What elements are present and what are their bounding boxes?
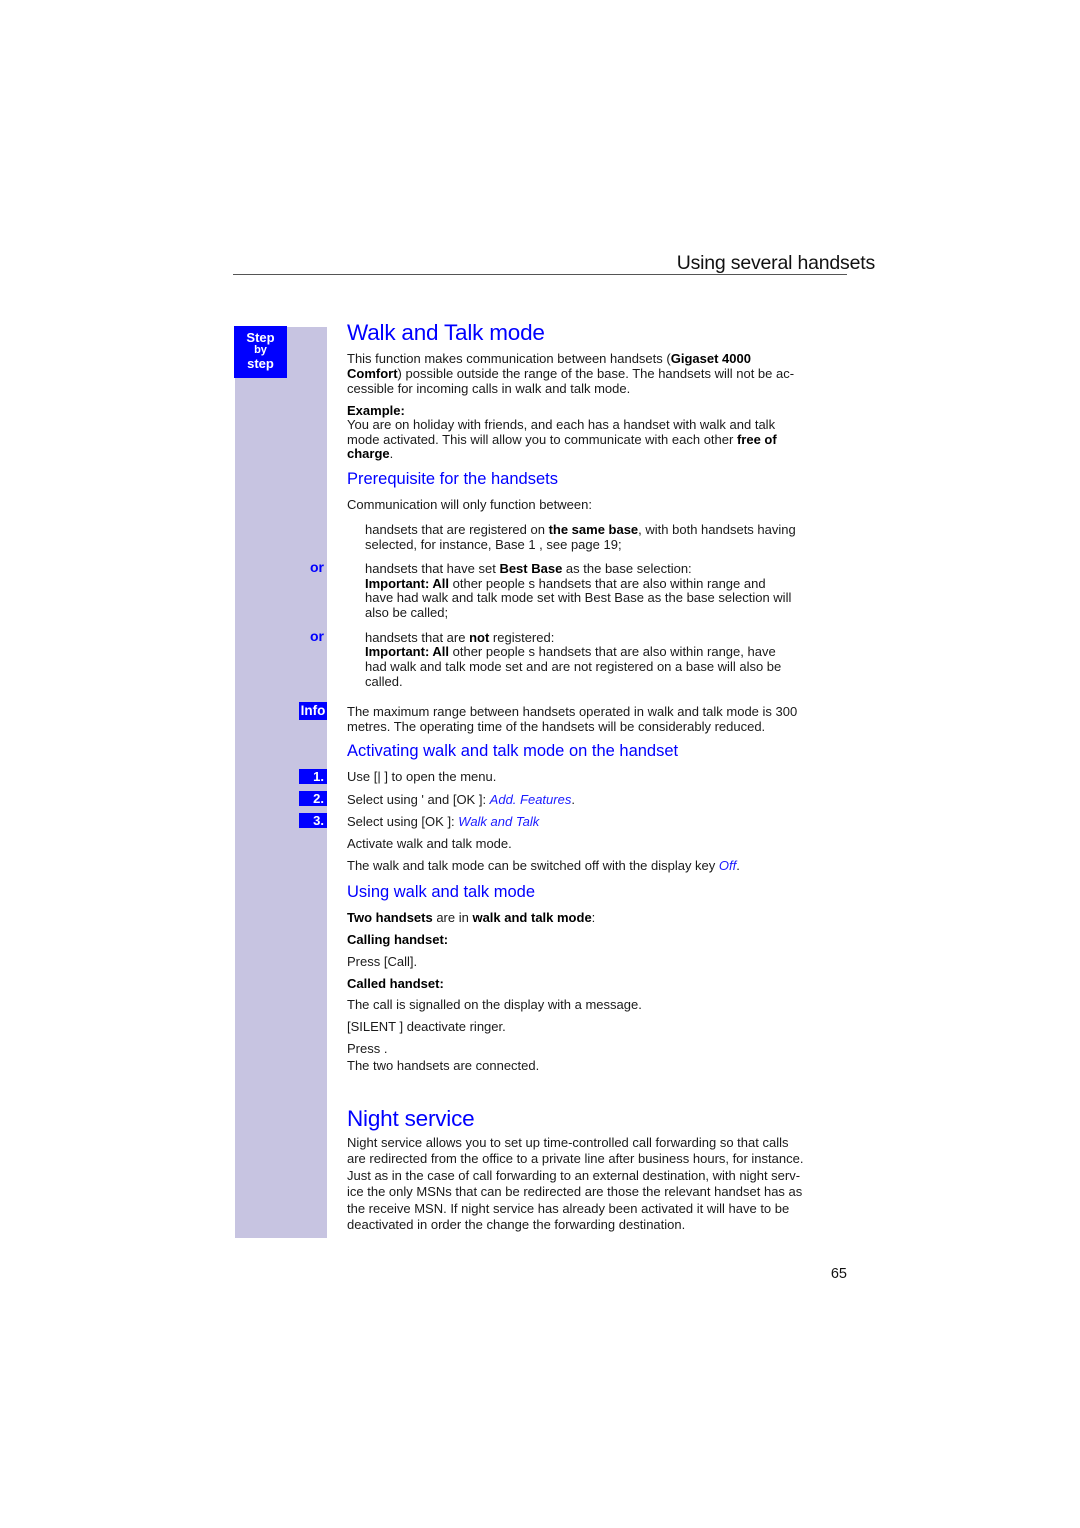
label: Calling handset:	[347, 932, 449, 947]
activating-note: Activate walk and talk mode.	[347, 836, 512, 851]
step-2-text: Select using ' and [OK ]: Add. Features.	[347, 792, 575, 807]
or-label: or	[310, 628, 324, 644]
display-key-off: Off	[718, 858, 737, 873]
called-handset-line: Press .	[347, 1041, 388, 1056]
step-number-badge: 3.	[299, 813, 327, 828]
using-status-line: Two handsets are in walk and talk mode:	[347, 910, 595, 925]
or-label: or	[310, 559, 324, 575]
step-3-text: Select using [OK ]: Walk and Talk	[347, 814, 539, 829]
text: mode activated. This will allow you to c…	[347, 432, 737, 447]
info-text-line: metres. The operating time of the handse…	[347, 719, 766, 734]
prerequisite-lead: Communication will only function between…	[347, 497, 592, 512]
text: ) possible outside the range of the base…	[397, 366, 795, 381]
text: handsets that have set	[365, 561, 500, 576]
emphasis: not	[469, 630, 490, 645]
text: .	[736, 858, 740, 873]
step-number-badge: 2.	[299, 791, 327, 806]
example-label: Example:	[347, 403, 405, 418]
prerequisite-item-line: selected, for instance, Base 1 , see pag…	[365, 537, 622, 552]
subsection-title-prerequisite: Prerequisite for the handsets	[347, 470, 558, 488]
example-line: You are on holiday with friends, and eac…	[347, 417, 776, 432]
emphasis: walk and talk mode	[472, 910, 592, 925]
night-service-line: the receive MSN. If night service has al…	[347, 1201, 790, 1216]
night-service-line: deactivated in order the change the forw…	[347, 1217, 686, 1232]
header-divider	[233, 274, 847, 275]
info-badge: Info	[299, 702, 327, 720]
label: Called handset:	[347, 976, 444, 991]
prerequisite-item-line: Important: All other people s handsets t…	[365, 644, 776, 659]
menu-item-walk-and-talk: Walk and Talk	[458, 814, 540, 829]
emphasis: the same base	[548, 522, 639, 537]
example-line: charge.	[347, 446, 393, 461]
calling-handset-action: Press [Call].	[347, 954, 418, 969]
calling-handset-label: Calling handset:	[347, 932, 448, 947]
step-by-step-badge: Step by step	[234, 326, 287, 378]
night-service-line: are redirected from the office to a priv…	[347, 1151, 804, 1166]
text: Select using [OK ]:	[347, 814, 459, 829]
prerequisite-item-line: Important: All other people s handsets t…	[365, 576, 766, 591]
text: other people s handsets that are also wi…	[449, 576, 766, 591]
text: This function makes communication betwee…	[347, 351, 671, 366]
night-service-line: ice the only MSNs that can be redirected…	[347, 1184, 803, 1199]
called-handset-label: Called handset:	[347, 976, 444, 991]
night-service-line: Night service allows you to set up time-…	[347, 1135, 789, 1150]
intro-line: cessible for incoming calls in walk and …	[347, 381, 631, 396]
menu-item-add-features: Add. Features	[489, 792, 572, 807]
running-header-title: Using several handsets	[676, 252, 875, 274]
emphasis: free of	[736, 432, 777, 447]
night-service-line: Just as in the case of call forwarding t…	[347, 1168, 801, 1183]
prerequisite-item-line: have had walk and talk mode set with Bes…	[365, 590, 792, 605]
prerequisite-item-line: had walk and talk mode set and are not r…	[365, 659, 782, 674]
page-number: 65	[830, 1266, 847, 1282]
prerequisite-item-line: called.	[365, 674, 403, 689]
text: other people s handsets that are also wi…	[449, 644, 776, 659]
text: Select using ' and [OK ]:	[347, 792, 490, 807]
text: .	[389, 446, 394, 461]
intro-line: Comfort) possible outside the range of t…	[347, 366, 794, 381]
example-heading: Example:	[347, 403, 405, 418]
called-handset-line: The call is signalled on the display wit…	[347, 997, 642, 1012]
prerequisite-item-line: handsets that have set Best Base as the …	[365, 561, 692, 576]
product-name: Comfort	[347, 366, 398, 381]
text: handsets that are registered on	[365, 522, 549, 537]
section-title-night-service: Night service	[347, 1106, 475, 1131]
text: The walk and talk mode can be switched o…	[347, 858, 719, 873]
product-name: Gigaset 4000	[670, 351, 751, 366]
text: registered:	[489, 630, 555, 645]
step-badge-line: by	[254, 344, 267, 356]
important-label: Important: All	[365, 576, 450, 591]
called-handset-line: The two handsets are connected.	[347, 1058, 540, 1073]
text: handsets that are	[365, 630, 470, 645]
example-line: mode activated. This will allow you to c…	[347, 432, 777, 447]
step-number-badge: 1.	[299, 769, 327, 784]
prerequisite-item-line: handsets that are registered on the same…	[365, 522, 796, 537]
activating-note: The walk and talk mode can be switched o…	[347, 858, 740, 873]
text: , with both handsets having	[638, 522, 796, 537]
subsection-title-activating: Activating walk and talk mode on the han…	[347, 742, 679, 760]
section-title-walk-and-talk: Walk and Talk mode	[347, 320, 545, 345]
info-text-line: The maximum range between handsets opera…	[347, 704, 798, 719]
step-1-text: Use [| ] to open the menu.	[347, 769, 497, 784]
prerequisite-item-line: handsets that are not registered:	[365, 630, 554, 645]
called-handset-line: [SILENT ] deactivate ringer.	[347, 1019, 506, 1034]
emphasis: Best Base	[499, 561, 563, 576]
subsection-title-using: Using walk and talk mode	[347, 883, 536, 901]
text: .	[571, 792, 575, 807]
emphasis: Two handsets	[347, 910, 433, 925]
text: are in	[432, 910, 473, 925]
text: :	[591, 910, 596, 925]
important-label: Important: All	[365, 644, 450, 659]
text: as the base selection:	[562, 561, 692, 576]
intro-line: This function makes communication betwee…	[347, 351, 751, 366]
prerequisite-item-line: also be called;	[365, 605, 449, 620]
step-badge-line: Step	[246, 330, 275, 345]
step-badge-line: step	[247, 356, 274, 371]
emphasis: charge	[347, 446, 390, 461]
